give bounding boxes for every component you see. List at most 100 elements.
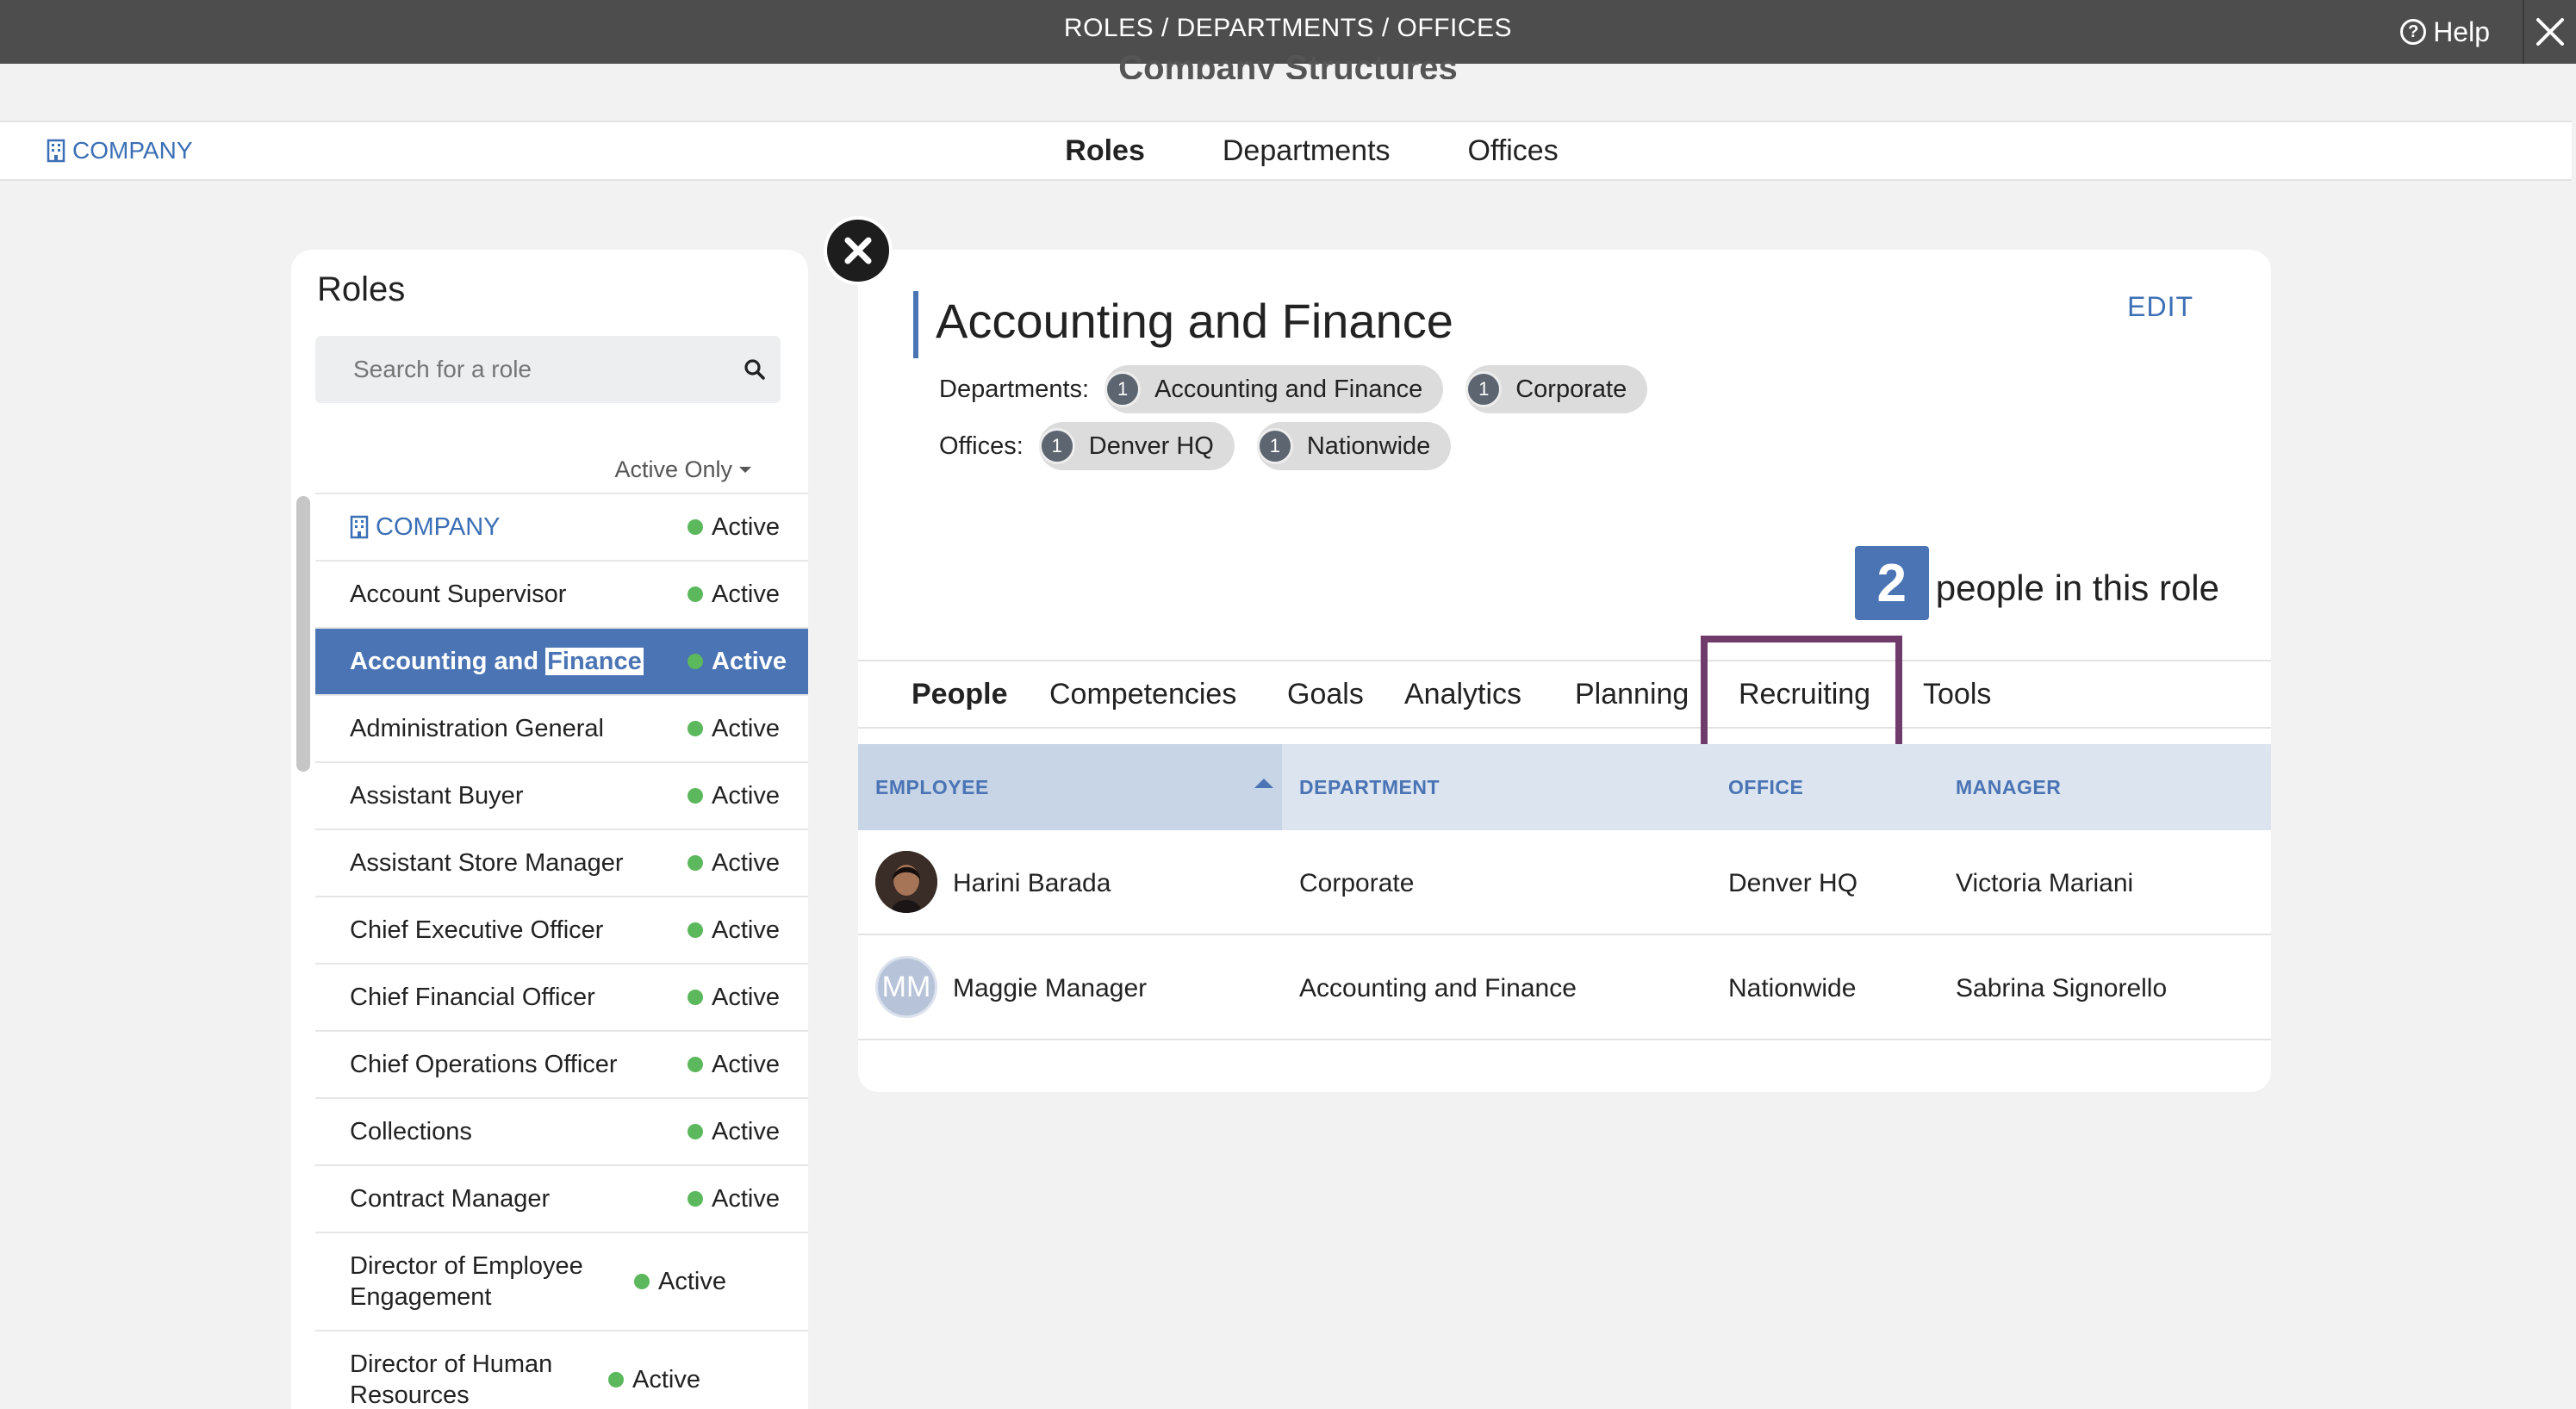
role-status: Active [688,1118,808,1146]
count-badge: 1 [1104,371,1142,407]
role-search [315,336,781,403]
role-item[interactable]: Contract Manager Active [315,1166,808,1233]
status-label: Active [712,714,780,742]
status-label: Active [712,580,780,608]
employee-office: Nationwide [1728,974,1857,1002]
column-manager[interactable]: MANAGER [1956,744,2061,830]
role-item[interactable]: Collections Active [315,1099,808,1166]
role-name: Chief Operations Officer [350,1051,618,1078]
role-status: Active [688,984,808,1012]
role-item[interactable]: Account Supervisor Active [315,562,808,629]
tab-analytics[interactable]: Analytics [1404,678,1575,711]
people-count: 2 people in this role [1854,546,2219,620]
status-dot [634,1274,650,1289]
column-office[interactable]: OFFICE [1728,744,1803,830]
role-status: Active [688,648,808,676]
status-dot [688,1191,703,1207]
chip-label: Accounting and Finance [1154,375,1423,403]
role-status: Active [688,849,808,878]
chip-label: Corporate [1515,375,1627,403]
search-button[interactable] [729,336,781,403]
question-circle-icon: ? [2400,19,2427,45]
status-dot [688,721,703,736]
count-badge: 1 [1465,371,1503,407]
page-heading: Company Structures [1118,49,1458,79]
departments-row: Departments: 1 Accounting and Finance 1 Co… [939,365,1670,413]
status-dot [688,654,703,669]
column-employee[interactable]: EMPLOYEE [875,744,989,830]
department-chip[interactable]: 1 Corporate [1465,365,1648,413]
role-name: Director of Employee Engagement [350,1252,583,1311]
status-dot [688,587,703,602]
column-department[interactable]: DEPARTMENT [1299,744,1440,830]
role-list: COMPANY Active Account Supervisor Active… [315,493,808,1409]
offices-label: Offices: [939,431,1024,460]
status-label: Active [712,1050,780,1078]
role-status: Active [688,782,808,810]
title-accent-bar [913,291,918,358]
role-item[interactable]: Administration General Active [315,696,808,763]
tab-tools[interactable]: Tools [1923,678,1991,711]
role-item[interactable]: Director of Employee Engagement Active [315,1233,808,1331]
employee-name[interactable]: Maggie Manager [953,937,1147,1040]
status-label: Active [712,916,780,944]
edit-button[interactable]: EDIT [2127,291,2193,323]
status-dot [688,1057,703,1072]
role-detail-panel: Accounting and Finance EDIT Departments:… [858,250,2271,1092]
role-item-company[interactable]: COMPANY Active [315,494,808,562]
role-item[interactable]: Assistant Buyer Active [315,763,808,830]
office-chip[interactable]: 1 Denver HQ [1038,422,1235,470]
roles-panel: Roles Active Only COMPANY Acti [291,250,808,1409]
people-count-badge: 2 [1854,546,1929,620]
role-item[interactable]: Chief Executive Officer Active [315,897,808,965]
tab-competencies[interactable]: Competencies [1049,678,1287,711]
status-dot [688,922,703,938]
role-name: Chief Executive Officer [350,916,604,944]
status-label: Active [712,848,780,877]
status-dot [688,1124,703,1139]
role-status: Active [688,1051,808,1079]
tab-departments[interactable]: Departments [1223,134,1391,168]
tab-goals[interactable]: Goals [1287,678,1404,711]
role-item[interactable]: Assistant Store Manager Active [315,830,808,897]
table-row[interactable]: Harini Barada Corporate Denver HQ Victor… [858,832,2271,935]
office-chip[interactable]: 1 Nationwide [1256,422,1452,470]
role-label: COMPANY [376,513,501,541]
structure-tabs: Roles Departments Offices [0,122,2572,179]
active-only-dropdown[interactable]: Active Only [614,456,751,483]
sort-ascending-icon[interactable] [1254,779,1273,788]
status-dot [688,788,703,804]
status-label: Active [712,1117,780,1145]
role-status: Active [688,715,808,743]
chip-label: Denver HQ [1088,431,1214,460]
role-item[interactable]: Chief Operations Officer Active [315,1032,808,1099]
people-table-header: EMPLOYEE DEPARTMENT OFFICE MANAGER [858,744,2271,830]
status-dot [688,855,703,871]
role-name-part: Accounting and [350,648,546,675]
role-item[interactable]: Chief Financial Officer Active [315,965,808,1032]
role-name: Accounting and Finance [350,646,688,677]
status-label: Active [658,1267,726,1295]
tab-people[interactable]: People [912,678,1049,711]
table-row[interactable]: MM Maggie Manager Accounting and Finance… [858,937,2271,1040]
employee-name[interactable]: Harini Barada [953,832,1111,935]
tab-roles[interactable]: Roles [1065,134,1145,168]
tab-offices[interactable]: Offices [1468,134,1559,168]
employee-office: Denver HQ [1728,869,1858,897]
roles-scrollbar[interactable] [296,496,310,772]
active-filter-label: Active Only [614,456,732,482]
avatar: MM [875,956,937,1018]
role-name: Account Supervisor [350,580,567,608]
role-status: Active [688,1185,808,1213]
person-photo-icon [875,851,937,913]
role-search-input[interactable] [315,336,720,403]
role-item-selected[interactable]: Accounting and Finance Active [315,629,808,696]
close-detail-button[interactable] [824,216,893,285]
department-chip[interactable]: 1 Accounting and Finance [1104,365,1444,413]
status-label: Active [712,512,780,541]
count-badge: 1 [1038,428,1075,464]
status-label: Active [712,983,780,1011]
departments-label: Departments: [939,375,1090,403]
role-item[interactable]: Director of Human Resources Active [315,1331,808,1409]
role-name: Contract Manager [350,1185,551,1213]
